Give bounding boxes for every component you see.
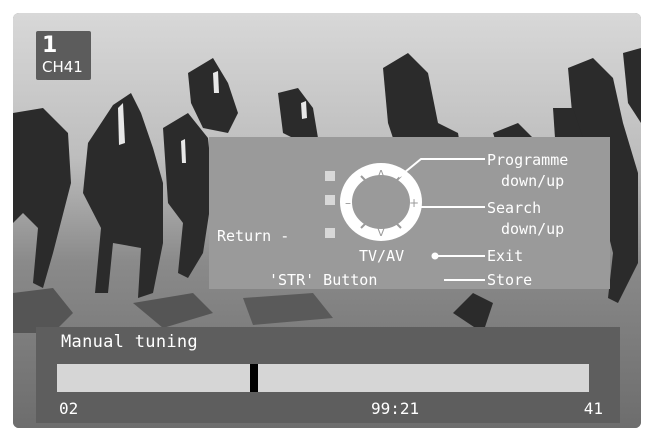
return-label: Return - (217, 227, 289, 245)
tuning-center-value: 99:21 (371, 399, 420, 418)
tuning-title: Manual tuning (61, 332, 198, 352)
programme-label: Programme (487, 151, 568, 169)
plus-symbol: + (409, 196, 419, 210)
exit-dot-icon (431, 252, 439, 260)
tvav-label: TV/AV (359, 247, 404, 265)
store-label: Store (487, 271, 532, 289)
square-button-icon (325, 195, 335, 205)
channel-indicator: 1 CH41 (36, 31, 91, 80)
direction-pad-icon: Λ V – + (340, 163, 422, 241)
manual-tuning-panel: Manual tuning 02 99:21 41 (36, 327, 620, 423)
down-symbol: V (377, 226, 385, 239)
channel-name: CH41 (42, 58, 83, 76)
square-button-icon (325, 228, 335, 238)
search-label: Search (487, 199, 541, 217)
str-button-label: 'STR' Button (269, 271, 377, 289)
tuning-progress-bar[interactable] (57, 364, 589, 392)
tuning-right-value: 41 (583, 399, 603, 418)
remote-key-legend: Λ V – + Programme down/up Search down/up… (209, 137, 610, 289)
programme-number: 1 (42, 33, 58, 58)
search-sublabel: down/up (501, 220, 564, 238)
programme-sublabel: down/up (501, 172, 564, 190)
up-symbol: Λ (377, 168, 385, 181)
tuning-position-marker[interactable] (249, 364, 258, 392)
key-legend-diagram: Λ V – + Programme down/up Search down/up… (217, 151, 568, 289)
minus-symbol: – (345, 196, 351, 210)
square-button-icon (325, 171, 335, 181)
exit-label: Exit (487, 247, 523, 265)
tv-screen: 1 CH41 Λ V – + Programme down/up Search … (13, 13, 641, 428)
tuning-left-value: 02 (59, 399, 79, 418)
